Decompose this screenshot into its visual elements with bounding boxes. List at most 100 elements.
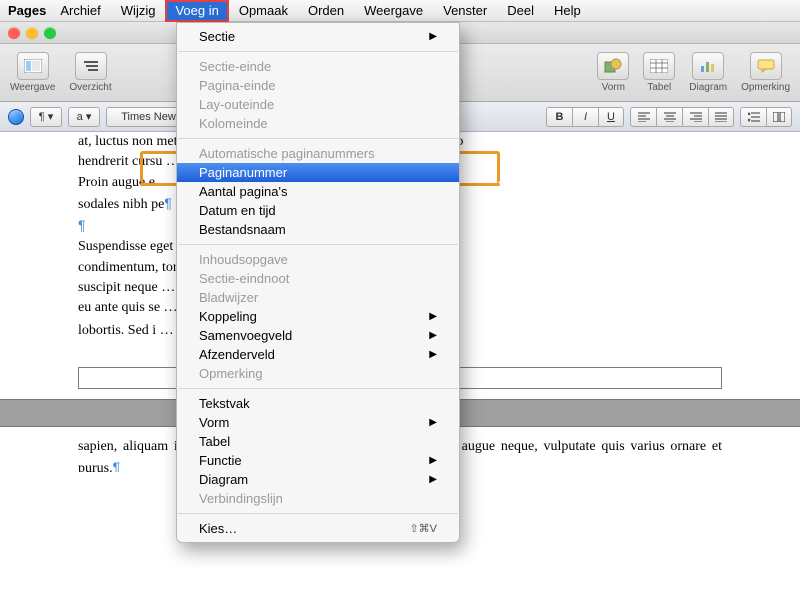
spacing-group xyxy=(740,107,792,127)
view-icon xyxy=(17,52,49,80)
menu-item-sectie-einde: Sectie-einde xyxy=(177,57,459,76)
toolbar-chart[interactable]: Diagram xyxy=(689,52,727,93)
align-left-button[interactable] xyxy=(630,107,656,127)
menu-orden[interactable]: Orden xyxy=(298,0,354,22)
align-justify-button[interactable] xyxy=(708,107,734,127)
menu-voeg-in[interactable]: Voeg in xyxy=(165,0,228,22)
menu-item-koppeling[interactable]: Koppeling ▶ xyxy=(177,307,459,326)
menu-item-label: Tabel xyxy=(199,434,230,449)
menu-item-pagina-einde: Pagina-einde xyxy=(177,76,459,95)
toolbar-comment-label: Opmerking xyxy=(741,82,790,93)
toolbar-chart-label: Diagram xyxy=(689,82,727,93)
menu-item-tabel[interactable]: Tabel xyxy=(177,432,459,451)
menu-opmaak[interactable]: Opmaak xyxy=(229,0,298,22)
toolbar-view-label: Weergave xyxy=(10,82,55,93)
outline-icon xyxy=(75,52,107,80)
menu-separator xyxy=(178,513,458,514)
toolbar-table-label: Tabel xyxy=(647,82,671,93)
toolbar-outline-label: Overzicht xyxy=(69,82,111,93)
menu-item-datum-en-tijd[interactable]: Datum en tijd xyxy=(177,201,459,220)
paragraph-style-select[interactable]: ¶ ▾ xyxy=(30,107,62,127)
toolbar-comment[interactable]: Opmerking xyxy=(741,52,790,93)
menu-item-label: Koppeling xyxy=(199,309,257,324)
menu-item-label: Lay-outeinde xyxy=(199,97,274,112)
menu-weergave[interactable]: Weergave xyxy=(354,0,433,22)
menu-item-afzenderveld[interactable]: Afzenderveld ▶ xyxy=(177,345,459,364)
menu-item-label: Afzenderveld xyxy=(199,347,275,362)
menu-item-opmerking: Opmerking xyxy=(177,364,459,383)
underline-button[interactable]: U xyxy=(598,107,624,127)
line-spacing-button[interactable] xyxy=(740,107,766,127)
window-zoom-button[interactable] xyxy=(44,27,56,39)
submenu-arrow-icon: ▶ xyxy=(429,31,437,42)
list-style-select[interactable]: a ▾ xyxy=(68,107,100,127)
italic-button[interactable]: I xyxy=(572,107,598,127)
align-group xyxy=(630,107,734,127)
menu-separator xyxy=(178,244,458,245)
menu-archief[interactable]: Archief xyxy=(50,0,110,22)
voeg-in-dropdown: Sectie ▶ Sectie-einde Pagina-einde Lay-outei… xyxy=(176,22,460,543)
menu-item-label: Samenvoegveld xyxy=(199,328,292,343)
menu-item-bladwijzer: Bladwijzer xyxy=(177,288,459,307)
inspector-button[interactable] xyxy=(8,109,24,125)
comment-icon xyxy=(750,52,782,80)
app-name[interactable]: Pages xyxy=(8,3,46,18)
bold-button[interactable]: B xyxy=(546,107,572,127)
toolbar-table[interactable]: Tabel xyxy=(643,52,675,93)
menu-item-samenvoegveld[interactable]: Samenvoegveld ▶ xyxy=(177,326,459,345)
menu-item-label: Diagram xyxy=(199,472,248,487)
chart-icon xyxy=(692,52,724,80)
menu-item-label: Pagina-einde xyxy=(199,78,276,93)
toolbar-outline[interactable]: Overzicht xyxy=(69,52,111,93)
menu-item-paginanummer[interactable]: Paginanummer xyxy=(177,163,459,182)
menu-item-label: Aantal pagina's xyxy=(199,184,288,199)
menu-separator xyxy=(178,138,458,139)
align-right-button[interactable] xyxy=(682,107,708,127)
menu-help[interactable]: Help xyxy=(544,0,591,22)
pilcrow-icon: ¶ xyxy=(164,195,172,211)
menu-item-label: Opmerking xyxy=(199,366,263,381)
toolbar-shape-label: Vorm xyxy=(602,82,625,93)
menu-item-label: Kies… xyxy=(199,521,237,536)
menu-item-bestandsnaam[interactable]: Bestandsnaam xyxy=(177,220,459,239)
submenu-arrow-icon: ▶ xyxy=(429,455,437,466)
menu-item-label: Functie xyxy=(199,453,242,468)
menu-item-diagram[interactable]: Diagram ▶ xyxy=(177,470,459,489)
menu-item-kies-[interactable]: Kies… ⇧⌘V xyxy=(177,519,459,538)
menu-item-inhoudsopgave: Inhoudsopgave xyxy=(177,250,459,269)
menu-venster[interactable]: Venster xyxy=(433,0,497,22)
menu-item-label: Sectie-einde xyxy=(199,59,271,74)
menu-item-automatische-paginanummers: Automatische paginanummers xyxy=(177,144,459,163)
menu-item-label: Bladwijzer xyxy=(199,290,258,305)
menu-wijzig[interactable]: Wijzig xyxy=(111,0,166,22)
menu-item-label: Paginanummer xyxy=(199,165,287,180)
menu-item-verbindingslijn: Verbindingslijn xyxy=(177,489,459,508)
menu-item-functie[interactable]: Functie ▶ xyxy=(177,451,459,470)
window-minimize-button[interactable] xyxy=(26,27,38,39)
window-close-button[interactable] xyxy=(8,27,20,39)
submenu-arrow-icon: ▶ xyxy=(429,311,437,322)
menu-item-vorm[interactable]: Vorm▶ xyxy=(177,413,459,432)
submenu-arrow-icon: ▶ xyxy=(429,330,437,341)
submenu-arrow-icon: ▶ xyxy=(429,349,437,360)
toolbar-view[interactable]: Weergave xyxy=(10,52,55,93)
menu-item-label: Automatische paginanummers xyxy=(199,146,375,161)
menu-item-tekstvak[interactable]: Tekstvak xyxy=(177,394,459,413)
submenu-arrow-icon: ▶ xyxy=(429,417,437,428)
menu-deel[interactable]: Deel xyxy=(497,0,544,22)
table-icon xyxy=(643,52,675,80)
menu-shortcut: ⇧⌘V xyxy=(409,522,437,535)
menu-item-label: Sectie xyxy=(199,29,235,44)
toolbar-shape[interactable]: Vorm xyxy=(597,52,629,93)
menu-item-aantal-pagina-s[interactable]: Aantal pagina's xyxy=(177,182,459,201)
submenu-arrow-icon: ▶ xyxy=(429,474,437,485)
menu-item-lay-outeinde: Lay-outeinde xyxy=(177,95,459,114)
align-center-button[interactable] xyxy=(656,107,682,127)
menu-item-sectie[interactable]: Sectie ▶ xyxy=(177,27,459,46)
menu-separator xyxy=(178,388,458,389)
shape-icon xyxy=(597,52,629,80)
columns-button[interactable] xyxy=(766,107,792,127)
menu-item-label: Inhoudsopgave xyxy=(199,252,288,267)
menu-item-label: Sectie-eindnoot xyxy=(199,271,289,286)
menubar: Pages Archief Wijzig Voeg in Opmaak Orde… xyxy=(0,0,800,22)
